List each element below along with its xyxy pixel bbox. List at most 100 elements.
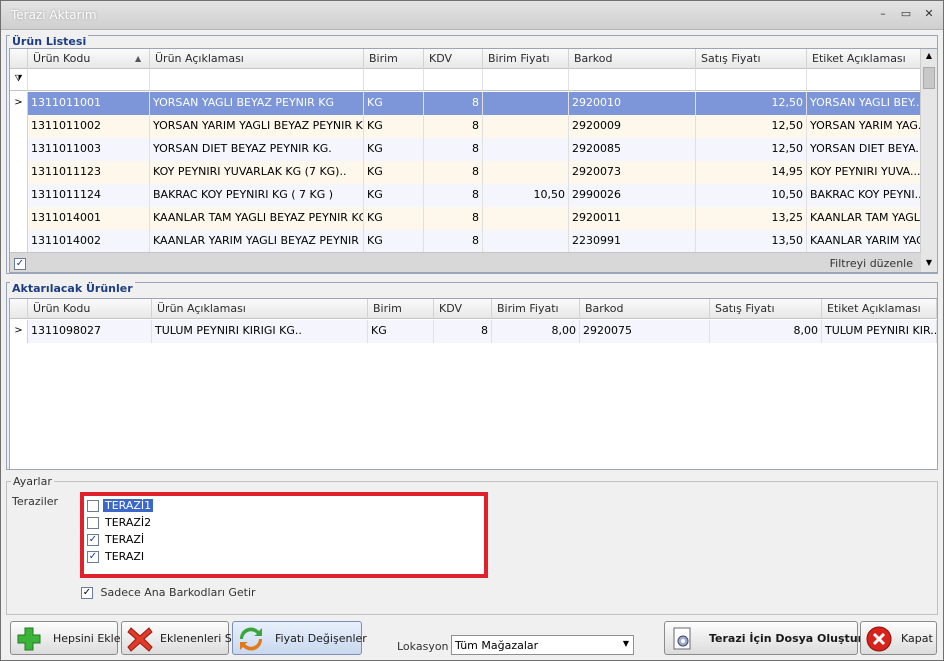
product-grid-scrollbar[interactable]: ▲ ▼ xyxy=(920,49,937,272)
column-header[interactable]: Ürün Kodu xyxy=(28,299,152,319)
table-cell: 1311098027 xyxy=(28,320,152,343)
table-cell: 1311014002 xyxy=(28,230,150,253)
main-barcodes-checkbox[interactable]: ✓ xyxy=(81,587,93,599)
transfer-grid[interactable]: Ürün Kodu Ürün Açıklaması Birim KDV Birim Fi… xyxy=(9,298,938,470)
column-header[interactable]: Barkod xyxy=(569,49,696,69)
column-header[interactable]: Barkod xyxy=(580,299,710,319)
window-title: Terazi Aktarım xyxy=(11,8,97,22)
main-barcodes-label: Sadece Ana Barkodları Getir xyxy=(100,586,256,599)
table-cell xyxy=(483,230,569,253)
maximize-icon[interactable]: ▭ xyxy=(898,7,914,21)
column-header[interactable]: Birim Fiyatı xyxy=(483,49,569,69)
column-header[interactable]: Satış Fiyatı xyxy=(710,299,822,319)
table-row[interactable]: >1311011001 YORSAN YAGLI BEYAZ PEYNIR KG K… xyxy=(10,92,921,115)
scale-checkbox[interactable] xyxy=(87,500,99,512)
table-cell: 2920010 xyxy=(569,92,696,115)
column-header[interactable]: Birim Fiyatı xyxy=(492,299,580,319)
filter-cell[interactable] xyxy=(483,69,569,91)
scroll-down-icon[interactable]: ▼ xyxy=(923,258,935,270)
filter-cell[interactable] xyxy=(364,69,424,91)
table-cell: TULUM PEYNIRI KIRIGI KG.. xyxy=(152,320,368,343)
table-cell: 14,95 xyxy=(696,161,807,184)
table-row[interactable]: 1311014001 KAANLAR TAM YAGLI BEYAZ PEYNIR… xyxy=(10,207,921,230)
table-cell: 2920075 xyxy=(580,320,710,343)
table-cell: 8 xyxy=(424,230,483,253)
table-row[interactable]: 1311011123 KOY PEYNIRI YUVARLAK KG (7 KG)… xyxy=(10,161,921,184)
filter-cell[interactable] xyxy=(696,69,807,91)
column-header[interactable]: Etiket Açıklaması xyxy=(807,49,921,69)
scale-item[interactable]: TERAZİ2 xyxy=(87,515,153,532)
product-list-title: Ürün Listesi xyxy=(10,35,89,48)
scroll-up-icon[interactable]: ▲ xyxy=(923,51,935,63)
table-cell: KOY PEYNIRI YUVARLAK KG (7 KG).. xyxy=(150,161,364,184)
table-row[interactable]: 1311014002 KAANLAR YARIM YAGLI BEYAZ PEYN… xyxy=(10,230,921,253)
filter-cell[interactable] xyxy=(569,69,696,91)
table-cell: KAANLAR TAM YAGLI BEYAZ PEYNIR KG xyxy=(150,207,364,230)
red-x-icon xyxy=(127,627,153,652)
table-cell: KG xyxy=(364,184,424,207)
filter-edit-link[interactable]: Filtreyi düzenle xyxy=(830,257,913,270)
table-cell: 8 xyxy=(424,115,483,138)
transfer-list-title: Aktarılacak Ürünler xyxy=(10,282,135,295)
table-cell: 2920073 xyxy=(569,161,696,184)
table-cell: KAANLAR YARIM YAG... xyxy=(807,230,921,253)
column-header[interactable]: Ürün Açıklaması xyxy=(152,299,368,319)
create-scale-file-button[interactable]: Terazi İçin Dosya Oluştur xyxy=(664,621,863,655)
settings-title: Ayarlar xyxy=(11,475,54,488)
table-row[interactable]: 1311011124 BAKRAC KOY PEYNIRI KG ( 7 KG )… xyxy=(10,184,921,207)
table-cell: 2920009 xyxy=(569,115,696,138)
table-cell: 2230991 xyxy=(569,230,696,253)
table-row[interactable]: 1311011002 YORSAN YARIM YAGLI BEYAZ PEYNI… xyxy=(10,115,921,138)
filter-enabled-checkbox[interactable]: ✓ xyxy=(14,258,26,270)
table-cell: YORSAN YAGLI BEY... xyxy=(807,92,921,115)
main-barcodes-option[interactable]: ✓ Sadece Ana Barkodları Getir xyxy=(81,586,256,599)
table-row[interactable]: 1311011003 YORSAN DIET BEYAZ PEYNIR KG. KG… xyxy=(10,138,921,161)
table-cell: 8 xyxy=(424,138,483,161)
scale-checkbox[interactable]: ✓ xyxy=(87,534,99,546)
chevron-down-icon[interactable]: ▼ xyxy=(623,639,629,648)
settings-group: Ayarlar Teraziler TERAZİ1 TERAZİ2 ✓ TERAZİ ✓… xyxy=(6,475,938,615)
scale-item[interactable]: ✓ TERAZI xyxy=(87,549,153,566)
filter-cell[interactable] xyxy=(28,69,150,91)
scale-item[interactable]: TERAZİ1 xyxy=(87,498,154,515)
column-header[interactable]: Ürün Açıklaması xyxy=(150,49,364,69)
column-header[interactable]: KDV xyxy=(434,299,492,319)
close-label: Kapat xyxy=(901,632,933,645)
filter-row[interactable]: ⧩ xyxy=(10,69,921,91)
table-cell xyxy=(483,161,569,184)
scale-checkbox[interactable] xyxy=(87,517,99,529)
close-button[interactable]: Kapat xyxy=(860,621,937,655)
row-indicator xyxy=(10,184,28,207)
location-select[interactable]: Tüm Mağazalar ▼ xyxy=(451,635,634,655)
scroll-thumb[interactable] xyxy=(923,67,935,89)
product-grid[interactable]: Ürün Kodu Ürün Açıklaması Birim KDV Birim Fi… xyxy=(9,48,938,273)
scale-item[interactable]: ✓ TERAZİ xyxy=(87,532,153,549)
table-cell: BAKRAC KOY PEYNI... xyxy=(807,184,921,207)
column-header[interactable]: Birim xyxy=(368,299,434,319)
filter-cell[interactable] xyxy=(807,69,921,91)
filter-cell[interactable] xyxy=(150,69,364,91)
price-changed-label: Fiyatı Değişenler xyxy=(275,632,367,645)
filter-cell[interactable] xyxy=(424,69,483,91)
column-header[interactable]: Satış Fiyatı xyxy=(696,49,807,69)
table-cell: TULUM PEYNIRI KIR... xyxy=(822,320,937,343)
table-cell: 8,00 xyxy=(710,320,822,343)
column-header[interactable]: KDV xyxy=(424,49,483,69)
title-bar: Terazi Aktarım – ▭ ✕ xyxy=(1,1,943,30)
minimize-icon[interactable]: – xyxy=(875,7,891,21)
row-indicator xyxy=(10,115,28,138)
table-cell: 8 xyxy=(424,161,483,184)
table-row[interactable]: >1311098027 TULUM PEYNIRI KIRIGI KG.. KG 8 8… xyxy=(10,320,937,343)
remove-added-button[interactable]: Eklenenleri Sil xyxy=(121,621,238,655)
location-value: Tüm Mağazalar xyxy=(455,639,539,652)
table-cell: 1311011002 xyxy=(28,115,150,138)
table-cell: KG xyxy=(364,92,424,115)
add-all-button[interactable]: Hepsini Ekle xyxy=(10,621,120,655)
price-changed-button[interactable]: Fiyatı Değişenler xyxy=(232,621,367,655)
column-header[interactable]: Ürün Kodu xyxy=(28,49,150,69)
column-header[interactable]: Etiket Açıklaması xyxy=(822,299,937,319)
column-header[interactable]: Birim xyxy=(364,49,424,69)
scale-checkbox[interactable]: ✓ xyxy=(87,551,99,563)
close-window-icon[interactable]: ✕ xyxy=(921,7,937,21)
table-cell: KG xyxy=(364,161,424,184)
